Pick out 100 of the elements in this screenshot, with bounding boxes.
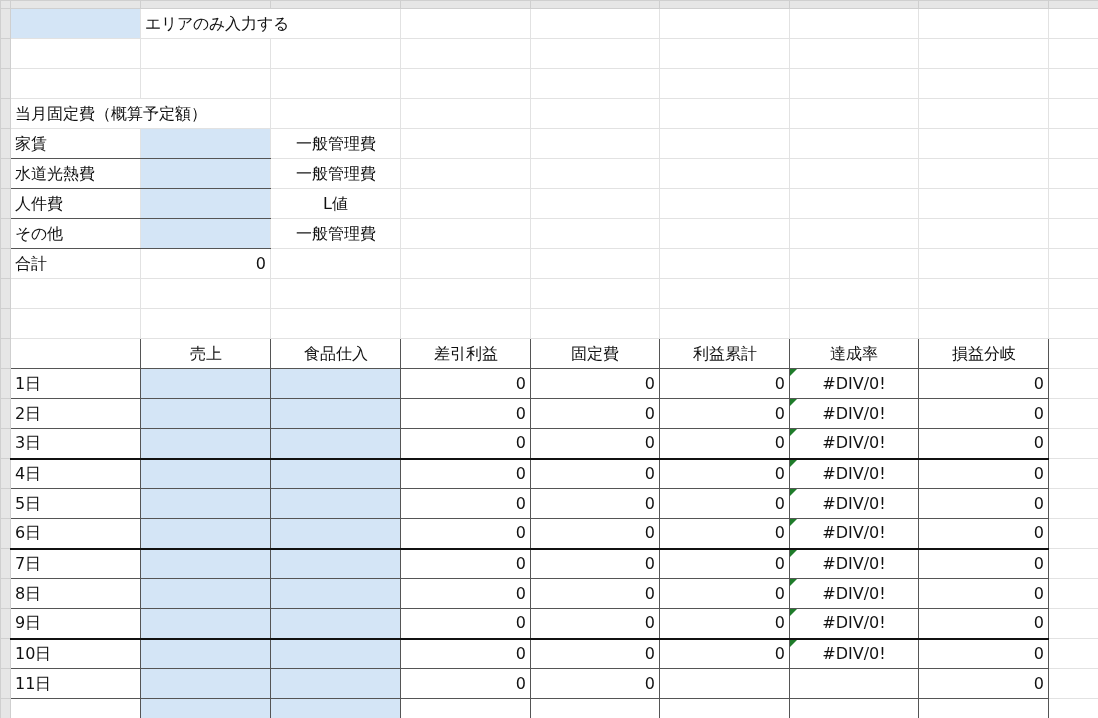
input-cell[interactable] bbox=[270, 428, 401, 459]
table-cell: 0 bbox=[659, 578, 790, 609]
table-cell: 0 bbox=[530, 578, 660, 609]
table-cell: 0 bbox=[918, 398, 1049, 429]
error-value: #DIV/0! bbox=[789, 458, 919, 489]
table-cell: 0 bbox=[400, 518, 531, 549]
input-cell[interactable] bbox=[140, 578, 271, 609]
error-value: #DIV/0! bbox=[789, 638, 919, 669]
table-cell: 0 bbox=[530, 368, 660, 399]
table-cell: 0 bbox=[659, 428, 790, 459]
table-cell: 0 bbox=[400, 608, 531, 639]
table-cell: 0 bbox=[400, 578, 531, 609]
input-cell[interactable] bbox=[270, 488, 401, 519]
input-cell[interactable] bbox=[140, 548, 271, 579]
input-cell[interactable] bbox=[140, 608, 271, 639]
input-cell[interactable] bbox=[140, 638, 271, 669]
category-label: 一般管理費 bbox=[270, 218, 401, 249]
input-cell[interactable] bbox=[140, 458, 271, 489]
table-cell: 0 bbox=[918, 608, 1049, 639]
table-cell: 0 bbox=[530, 548, 660, 579]
row-label: 7日 bbox=[10, 548, 141, 579]
row-label: 合計 bbox=[10, 248, 141, 279]
legend-note: エリアのみ入力する bbox=[140, 8, 401, 39]
table-cell: 0 bbox=[530, 398, 660, 429]
column-header: 利益累計 bbox=[659, 338, 790, 369]
table-cell: 0 bbox=[659, 608, 790, 639]
row-label: 1日 bbox=[10, 368, 141, 399]
input-cell[interactable] bbox=[270, 368, 401, 399]
error-value: #DIV/0! bbox=[789, 608, 919, 639]
error-value: #DIV/0! bbox=[789, 368, 919, 399]
section-title: 当月固定費（概算予定額） bbox=[10, 98, 271, 129]
row-label: 8日 bbox=[10, 578, 141, 609]
table-cell: 0 bbox=[918, 368, 1049, 399]
table-cell: 0 bbox=[530, 428, 660, 459]
table-cell: 0 bbox=[530, 668, 660, 699]
input-cell[interactable] bbox=[270, 548, 401, 579]
input-cell[interactable] bbox=[140, 518, 271, 549]
input-cell[interactable] bbox=[270, 638, 401, 669]
error-value: #DIV/0! bbox=[789, 398, 919, 429]
input-cell[interactable] bbox=[140, 398, 271, 429]
row-label: 5日 bbox=[10, 488, 141, 519]
table-cell: 0 bbox=[659, 548, 790, 579]
row-label: 3日 bbox=[10, 428, 141, 459]
error-value: #DIV/0! bbox=[789, 548, 919, 579]
table-cell: 0 bbox=[918, 578, 1049, 609]
table-cell: 0 bbox=[918, 638, 1049, 669]
error-value: #DIV/0! bbox=[789, 578, 919, 609]
input-cell[interactable] bbox=[270, 608, 401, 639]
table-cell: 0 bbox=[400, 428, 531, 459]
row-label: 2日 bbox=[10, 398, 141, 429]
table-cell: 0 bbox=[659, 398, 790, 429]
table-cell: 0 bbox=[400, 458, 531, 489]
table-cell: 0 bbox=[530, 518, 660, 549]
column-header: 売上 bbox=[140, 338, 271, 369]
column-header: 固定費 bbox=[530, 338, 660, 369]
table-cell: 0 bbox=[659, 368, 790, 399]
row-label: 9日 bbox=[10, 608, 141, 639]
table-cell: 0 bbox=[400, 668, 531, 699]
column-header: 損益分岐 bbox=[918, 338, 1049, 369]
row-label: 4日 bbox=[10, 458, 141, 489]
row-label: 家賃 bbox=[10, 128, 141, 159]
input-cell[interactable] bbox=[140, 488, 271, 519]
column-header: 食品仕入 bbox=[270, 338, 401, 369]
error-value: #DIV/0! bbox=[789, 518, 919, 549]
table-cell: 0 bbox=[530, 608, 660, 639]
input-cell[interactable] bbox=[270, 668, 401, 699]
error-value: #DIV/0! bbox=[789, 428, 919, 459]
table-cell: 0 bbox=[918, 548, 1049, 579]
category-label: L値 bbox=[270, 188, 401, 219]
table-cell: 0 bbox=[400, 398, 531, 429]
input-cell[interactable] bbox=[140, 368, 271, 399]
column-header: 差引利益 bbox=[400, 338, 531, 369]
table-cell: 0 bbox=[400, 548, 531, 579]
category-label: 一般管理費 bbox=[270, 158, 401, 189]
input-cell[interactable] bbox=[140, 428, 271, 459]
table-cell: 0 bbox=[918, 458, 1049, 489]
input-cell[interactable] bbox=[270, 458, 401, 489]
error-value: #DIV/0! bbox=[789, 488, 919, 519]
row-label: 水道光熱費 bbox=[10, 158, 141, 189]
input-cell[interactable] bbox=[270, 578, 401, 609]
table-cell: 0 bbox=[918, 518, 1049, 549]
table-cell: 0 bbox=[659, 518, 790, 549]
row-label: その他 bbox=[10, 218, 141, 249]
table-cell: 0 bbox=[530, 638, 660, 669]
table-cell: 0 bbox=[400, 368, 531, 399]
table-cell: 0 bbox=[400, 638, 531, 669]
input-cell[interactable] bbox=[270, 398, 401, 429]
table-cell: 0 bbox=[530, 458, 660, 489]
row-label: 6日 bbox=[10, 518, 141, 549]
table-cell: 0 bbox=[918, 668, 1049, 699]
input-cell[interactable] bbox=[140, 668, 271, 699]
table-cell: 0 bbox=[659, 638, 790, 669]
row-label: 10日 bbox=[10, 638, 141, 669]
input-cell[interactable] bbox=[270, 518, 401, 549]
table-cell: 0 bbox=[918, 428, 1049, 459]
table-cell: 0 bbox=[918, 488, 1049, 519]
row-label: 11日 bbox=[10, 668, 141, 699]
category-label: 一般管理費 bbox=[270, 128, 401, 159]
table-cell: 0 bbox=[530, 488, 660, 519]
row-label: 人件費 bbox=[10, 188, 141, 219]
